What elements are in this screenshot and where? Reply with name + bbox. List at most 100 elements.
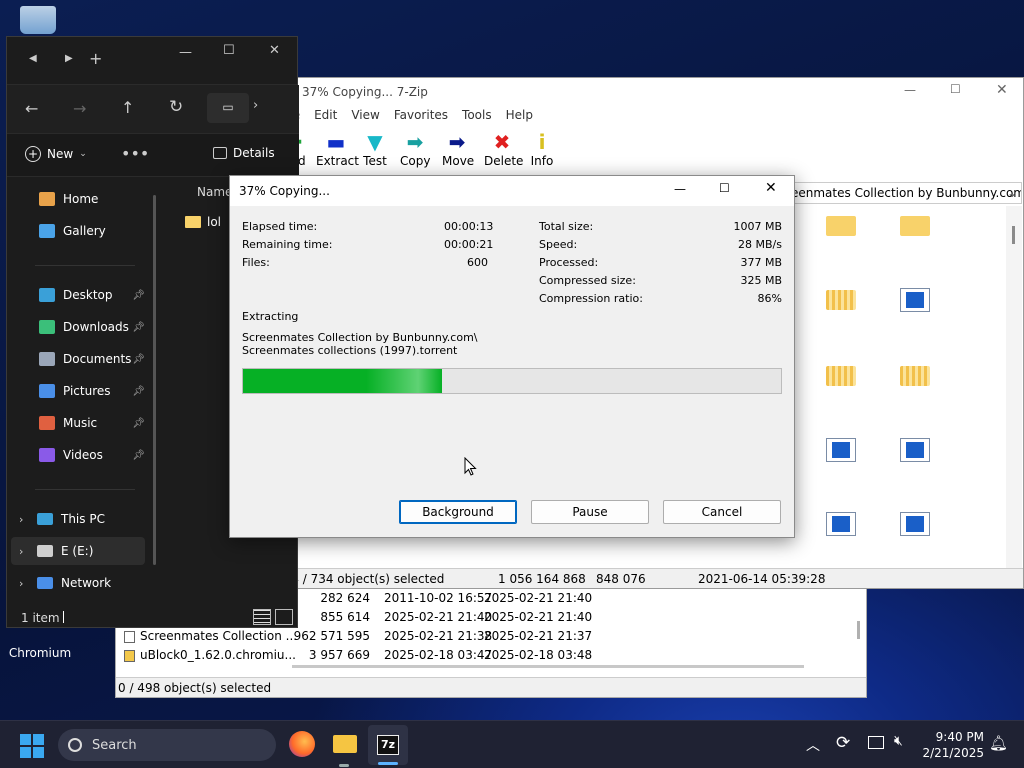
copy-button[interactable]: ➡ Copy <box>400 130 430 174</box>
clock[interactable]: 9:40 PM 2/21/2025 <box>922 729 984 761</box>
minimize-button[interactable]: — <box>904 83 916 97</box>
folder-icon[interactable] <box>900 216 930 236</box>
up-arrow-icon[interactable]: ↑ <box>121 98 134 117</box>
chevron-right-icon[interactable]: › <box>253 98 258 113</box>
path-combobox[interactable]: eenmates Collection by Bunbunny.com\ ⌄ <box>790 182 1022 204</box>
display-icon[interactable] <box>868 736 884 749</box>
menu-edit[interactable]: Edit <box>314 108 337 122</box>
sidebar-item-music[interactable]: Music 📌︎ <box>39 409 145 437</box>
new-button[interactable]: + New ⌄ <box>25 146 87 162</box>
details-view-icon[interactable] <box>253 609 271 625</box>
pause-button[interactable]: Pause <box>531 500 649 524</box>
pin-icon[interactable]: 📌︎ <box>132 386 145 397</box>
file-explorer-taskbar-icon[interactable] <box>333 735 357 753</box>
list-item[interactable]: uBlock0_1.62.0.chromiu... 3 957 669 2025-0… <box>120 647 860 665</box>
menu-favorites[interactable]: Favorites <box>394 108 448 122</box>
maximize-button[interactable]: ☐ <box>719 181 730 195</box>
firefox-icon[interactable] <box>289 731 315 757</box>
recycle-bin-icon-image <box>20 6 56 34</box>
music-icon <box>39 416 55 430</box>
extract-button[interactable]: ▬ Extract <box>316 130 359 174</box>
forward-arrow-icon[interactable]: → <box>73 99 86 118</box>
sidebar-item-home[interactable]: Home <box>39 185 145 213</box>
monitor-icon[interactable]: ▭ <box>207 93 249 123</box>
maximize-button[interactable]: ☐ <box>950 82 961 96</box>
tab-back-icon[interactable]: ◀ <box>29 53 37 64</box>
document-icon[interactable] <box>826 512 856 536</box>
minimize-button[interactable]: — <box>674 182 686 196</box>
minimize-button[interactable]: — <box>179 45 192 60</box>
sidebar-item-pictures[interactable]: Pictures 📌︎ <box>39 377 145 405</box>
sidebar-item-this-pc[interactable]: › This PC <box>11 505 145 533</box>
notification-bell-icon[interactable]: 🔔︎ <box>989 734 1008 752</box>
more-options-icon[interactable]: ••• <box>121 144 149 163</box>
pin-icon[interactable]: 📌︎ <box>132 450 145 461</box>
document-icon[interactable] <box>900 288 930 312</box>
zip-folder-icon[interactable] <box>826 290 856 310</box>
folder-item-lol[interactable]: lol <box>185 215 221 229</box>
document-icon[interactable] <box>826 438 856 462</box>
sidebar-item-network[interactable]: › Network <box>11 569 145 597</box>
sync-icon[interactable]: ⟳ <box>836 733 850 753</box>
cancel-button[interactable]: Cancel <box>663 500 781 524</box>
new-tab-button[interactable]: + <box>89 49 102 68</box>
back-arrow-icon[interactable]: ← <box>25 99 38 118</box>
chevron-up-icon[interactable]: ︿ <box>806 735 820 755</box>
pin-icon[interactable]: 📌︎ <box>132 354 145 365</box>
close-button[interactable]: ✕ <box>269 43 280 58</box>
pin-icon[interactable]: 📌︎ <box>132 418 145 429</box>
menu-help[interactable]: Help <box>506 108 533 122</box>
chevron-right-icon[interactable]: › <box>19 577 29 590</box>
navigation-scrollbar[interactable] <box>153 195 156 565</box>
document-icon[interactable] <box>900 438 930 462</box>
taskbar-search-box[interactable]: Search <box>58 729 276 761</box>
vertical-scrollbar[interactable] <box>1006 206 1022 568</box>
7zip-taskbar-button[interactable]: 7z <box>368 725 408 765</box>
pin-icon[interactable]: 📌︎ <box>132 322 145 333</box>
sidebar-item-label: Pictures <box>63 384 111 398</box>
sidebar-item-downloads[interactable]: Downloads 📌︎ <box>39 313 145 341</box>
sidebar-item-videos[interactable]: Videos 📌︎ <box>39 441 145 469</box>
test-button[interactable]: ▼ Test <box>362 130 388 174</box>
horizontal-scrollbar[interactable] <box>292 665 804 668</box>
sidebar-item-drive-e[interactable]: › E (E:) <box>11 537 145 565</box>
close-button[interactable]: ✕ <box>996 82 1008 98</box>
list-item[interactable]: Screenmates Collection ... 962 571 595 202… <box>120 628 860 646</box>
zip-folder-icon[interactable] <box>826 366 856 386</box>
sidebar-item-gallery[interactable]: Gallery <box>39 217 145 245</box>
vertical-scrollbar-thumb[interactable] <box>857 621 860 639</box>
sidebar-item-documents[interactable]: Documents 📌︎ <box>39 345 145 373</box>
chevron-down-icon[interactable]: ⌄ <box>1007 186 1017 200</box>
delete-button[interactable]: ✖ Delete <box>484 130 523 174</box>
refresh-icon[interactable]: ↻ <box>169 97 183 117</box>
column-header-name[interactable]: Name <box>197 185 232 199</box>
file-size: 855 614 <box>320 610 370 624</box>
chromium-desktop-icon[interactable]: Chromium <box>2 628 78 660</box>
file-list-pane[interactable] <box>790 206 1006 568</box>
background-button[interactable]: Background <box>399 500 517 524</box>
volume-muted-icon[interactable]: 🔇︎ <box>894 733 903 749</box>
7zip-titlebar[interactable]: 7z 37% Copying... 7-Zip — ☐ ✕ <box>274 78 1023 106</box>
move-icon: ➡ <box>448 130 466 154</box>
document-icon[interactable] <box>900 512 930 536</box>
start-button[interactable] <box>20 734 44 758</box>
sidebar-item-desktop[interactable]: Desktop 📌︎ <box>39 281 145 309</box>
recycle-bin-icon[interactable] <box>16 6 60 36</box>
zip-folder-icon[interactable] <box>900 366 930 386</box>
chevron-right-icon[interactable]: › <box>19 513 29 526</box>
tab-forward-icon[interactable]: ▶ <box>65 53 73 64</box>
chevron-right-icon[interactable]: › <box>19 545 29 558</box>
desktop-icon <box>39 288 55 302</box>
menu-tools[interactable]: Tools <box>462 108 492 122</box>
menu-view[interactable]: View <box>351 108 379 122</box>
pin-icon[interactable]: 📌︎ <box>132 290 145 301</box>
move-button[interactable]: ➡ Move <box>442 130 474 174</box>
copying-progress-dialog[interactable]: 37% Copying... — ☐ ✕ Elapsed time: 00:00… <box>229 175 795 538</box>
dialog-titlebar[interactable]: 37% Copying... — ☐ ✕ <box>230 176 794 206</box>
tiles-view-icon[interactable] <box>275 609 293 625</box>
folder-icon[interactable] <box>826 216 856 236</box>
info-button[interactable]: i Info <box>530 130 554 174</box>
maximize-button[interactable]: ☐ <box>223 43 235 58</box>
close-button[interactable]: ✕ <box>765 180 777 196</box>
details-button[interactable]: Details <box>213 146 275 160</box>
